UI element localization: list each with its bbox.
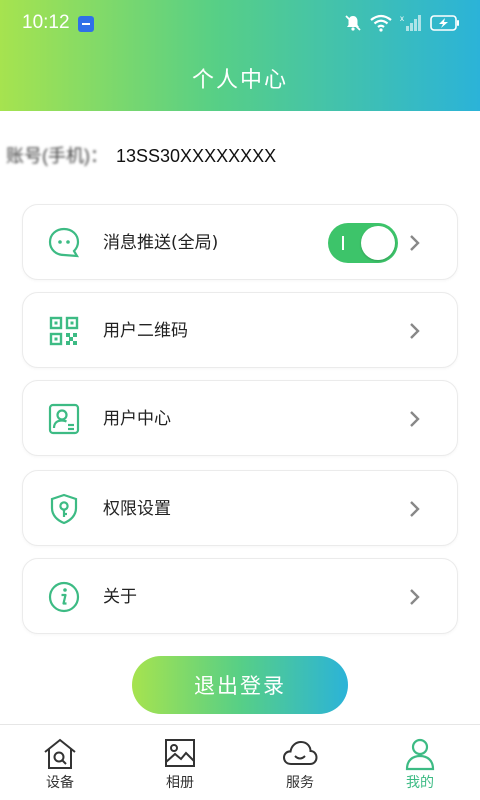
account-info: 账号(手机)： 13SS30XXXXXXXX xyxy=(6,142,276,168)
chevron-right-icon xyxy=(410,589,420,605)
chevron-right-icon xyxy=(410,411,420,427)
info-icon xyxy=(48,581,80,613)
bottom-tab-bar: 设备 相册 服务 我的 xyxy=(0,724,480,800)
cloud-icon xyxy=(282,740,318,765)
shield-key-icon xyxy=(50,493,78,525)
status-bar: 10:12 x xyxy=(0,0,480,46)
tab-mine[interactable]: 我的 xyxy=(360,725,480,800)
menu-label-push: 消息推送(全局) xyxy=(103,233,219,253)
menu-item-about[interactable]: 关于 xyxy=(22,558,458,634)
tab-label-album: 相册 xyxy=(166,775,194,791)
account-label: 账号(手机)： xyxy=(6,146,108,166)
person-icon xyxy=(405,738,435,771)
chevron-right-icon xyxy=(410,501,420,517)
home-search-icon xyxy=(44,738,76,769)
chevron-right-icon xyxy=(410,323,420,339)
menu-item-push[interactable]: 消息推送(全局) xyxy=(22,204,458,280)
bell-muted-icon xyxy=(345,15,361,31)
status-icons: x xyxy=(344,14,460,32)
menu-label-qrcode: 用户二维码 xyxy=(103,321,188,341)
tab-label-service: 服务 xyxy=(286,775,314,791)
chat-bubble-icon xyxy=(48,227,80,258)
menu-label-user-center: 用户中心 xyxy=(103,409,171,429)
tab-album[interactable]: 相册 xyxy=(120,725,240,800)
wifi-icon xyxy=(370,14,392,32)
logout-button[interactable]: 退出登录 xyxy=(132,656,348,714)
tab-devices[interactable]: 设备 xyxy=(0,725,120,800)
menu-item-qrcode[interactable]: 用户二维码 xyxy=(22,292,458,368)
status-time: 10:12 xyxy=(22,12,70,33)
svg-text:x: x xyxy=(400,14,404,23)
page-title: 个人中心 xyxy=(191,68,288,93)
header-bar: 10:12 x 个人中心 xyxy=(0,0,480,111)
qr-code-icon xyxy=(49,316,79,346)
account-value: 13SS30XXXXXXXX xyxy=(116,146,277,166)
tab-label-devices: 设备 xyxy=(46,775,74,791)
menu-item-user-center[interactable]: 用户中心 xyxy=(22,380,458,456)
tab-service[interactable]: 服务 xyxy=(240,725,360,800)
menu-item-permissions[interactable]: 权限设置 xyxy=(22,470,458,546)
image-icon xyxy=(165,739,195,767)
chevron-right-icon xyxy=(410,235,420,251)
tab-label-mine: 我的 xyxy=(406,775,434,791)
menu-label-permissions: 权限设置 xyxy=(103,499,171,519)
usb-icon xyxy=(77,16,94,32)
user-card-icon xyxy=(48,403,80,435)
battery-charging-icon xyxy=(430,15,459,31)
cellular-signal-icon: x xyxy=(400,14,421,31)
menu-label-about: 关于 xyxy=(103,587,137,607)
push-toggle[interactable] xyxy=(328,223,398,263)
toggle-knob xyxy=(361,226,395,260)
